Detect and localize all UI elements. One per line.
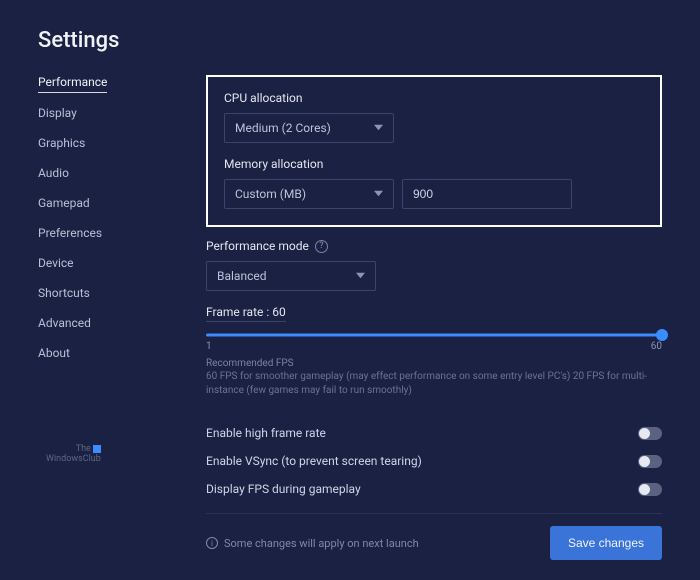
sidebar-item-performance[interactable]: Performance (38, 75, 107, 93)
toggle-display-fps[interactable] (638, 483, 662, 496)
chevron-down-icon (356, 269, 365, 283)
cpu-allocation-value: Medium (2 Cores) (235, 121, 331, 135)
recommended-fps-title: Recommended FPS (206, 358, 662, 369)
sidebar: Performance Display Graphics Audio Gamep… (38, 75, 146, 580)
footer-note-text: Some changes will apply on next launch (224, 537, 419, 550)
chevron-down-icon (374, 121, 383, 135)
toggle-vsync-label: Enable VSync (to prevent screen tearing) (206, 454, 422, 468)
content-pane: CPU allocation Medium (2 Cores) Memory a… (206, 75, 662, 580)
slider-track (206, 334, 662, 337)
memory-mode-value: Custom (MB) (235, 187, 306, 201)
memory-mode-dropdown[interactable]: Custom (MB) (224, 179, 394, 209)
info-icon: i (206, 537, 218, 549)
performance-mode-value: Balanced (217, 269, 267, 283)
sidebar-item-preferences[interactable]: Preferences (38, 226, 146, 243)
cpu-allocation-dropdown[interactable]: Medium (2 Cores) (224, 113, 394, 143)
help-icon[interactable]: ? (315, 240, 328, 253)
cpu-allocation-label: CPU allocation (224, 91, 302, 105)
allocation-group: CPU allocation Medium (2 Cores) Memory a… (206, 75, 662, 227)
toggle-display-fps-label: Display FPS during gameplay (206, 482, 361, 496)
slider-thumb[interactable] (656, 329, 668, 341)
recommended-fps-body: 60 FPS for smoother gameplay (may effect… (206, 370, 662, 397)
chevron-down-icon (374, 187, 383, 201)
page-title: Settings (38, 28, 662, 53)
sidebar-item-audio[interactable]: Audio (38, 166, 146, 183)
frame-rate-label: Frame rate : 60 (206, 305, 286, 322)
memory-allocation-label: Memory allocation (224, 157, 323, 171)
frame-rate-slider[interactable] (206, 332, 662, 338)
toggle-vsync[interactable] (638, 455, 662, 468)
watermark-logo: The WindowsClub (46, 445, 101, 465)
memory-value-input[interactable] (402, 179, 572, 209)
sidebar-item-shortcuts[interactable]: Shortcuts (38, 286, 146, 303)
slider-max: 60 (651, 341, 662, 352)
toggle-high-frame-rate-label: Enable high frame rate (206, 426, 326, 440)
sidebar-item-gamepad[interactable]: Gamepad (38, 196, 146, 213)
sidebar-item-advanced[interactable]: Advanced (38, 316, 146, 333)
performance-mode-label: Performance mode (206, 239, 309, 253)
sidebar-item-display[interactable]: Display (38, 106, 146, 123)
slider-min: 1 (206, 341, 212, 352)
sidebar-item-about[interactable]: About (38, 346, 146, 363)
performance-mode-dropdown[interactable]: Balanced (206, 261, 376, 291)
save-changes-button[interactable]: Save changes (550, 526, 662, 560)
toggle-high-frame-rate[interactable] (638, 427, 662, 440)
sidebar-item-graphics[interactable]: Graphics (38, 136, 146, 153)
sidebar-item-device[interactable]: Device (38, 256, 146, 273)
